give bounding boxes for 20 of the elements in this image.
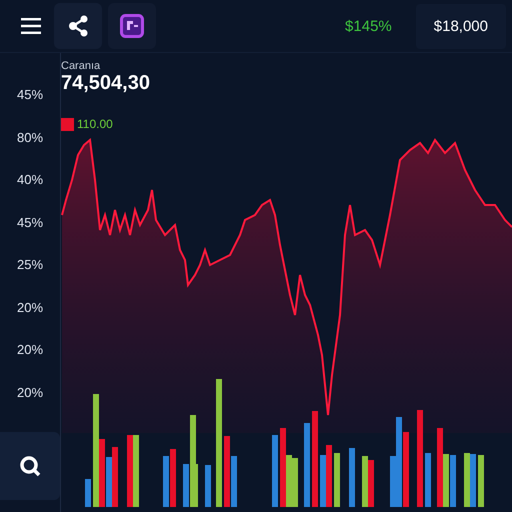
legend-value: 110.00 (77, 117, 113, 131)
app-logo-icon (120, 14, 144, 38)
menu-icon (21, 18, 41, 34)
summary-label: Caranıa (61, 60, 102, 72)
axis-label: 40% (16, 171, 44, 189)
summary-value: 74,504,30 (61, 72, 151, 95)
axis-label: 80% (16, 128, 44, 146)
app-button[interactable] (108, 3, 156, 49)
share-icon (68, 15, 88, 37)
share-button[interactable] (54, 3, 102, 49)
search-button[interactable] (0, 432, 60, 500)
axis-label: 20% (16, 384, 44, 402)
axis-label: 25% (16, 256, 44, 274)
search-icon (19, 455, 41, 477)
axis-label: 20% (16, 298, 44, 316)
axis-label: 20% (16, 341, 44, 359)
balance-display: $18,000 (416, 4, 506, 48)
axis-label: 45% (16, 86, 44, 104)
axis-label: 45% (16, 214, 44, 232)
change-percent: $145% (344, 18, 393, 34)
